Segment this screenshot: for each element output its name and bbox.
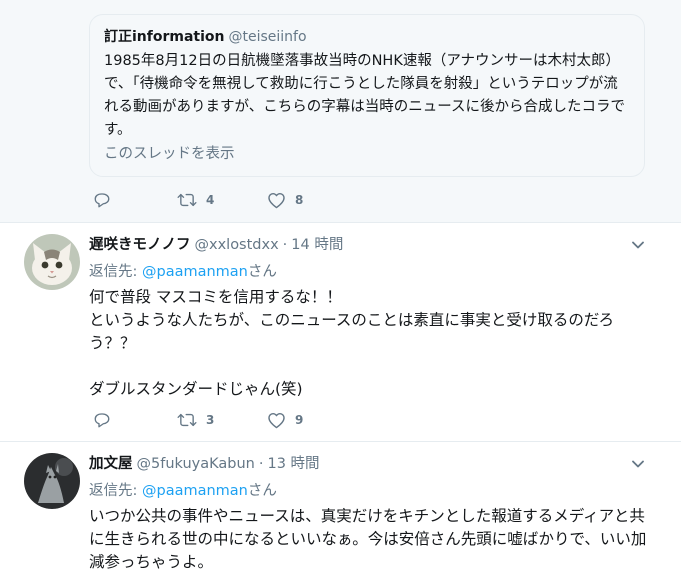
avatar[interactable] [24, 234, 80, 290]
reply-icon [94, 193, 110, 208]
separator-dot: · [282, 237, 288, 253]
quoted-author-handle[interactable]: @teiseiinfo [229, 29, 307, 45]
tweet-text-line: いつか公共の事件やニュースは、真実だけをキチンとした報道するメディアと共に生きら… [89, 507, 647, 571]
like-count: 9 [295, 413, 304, 427]
tweet-text-line: ダブルスタンダードじゃん(笑) [89, 380, 303, 398]
reply-icon [94, 413, 110, 428]
reply-context: 返信先: @paamanmanさん [89, 260, 277, 281]
tweet-header: 遅咲きモノノフ @xxlostdxx · 14 時間 [89, 233, 343, 254]
like-icon [268, 412, 285, 429]
quoted-author-name[interactable]: 訂正information [104, 29, 225, 45]
reply-suffix: さん [247, 483, 277, 499]
tweet-text: 何で普段 マスコミを信用するな！！ というような人たちが、このニュースのことは素… [89, 286, 649, 401]
reply-suffix: さん [247, 264, 277, 280]
retweet-count: 3 [206, 413, 215, 427]
timestamp[interactable]: 13 時間 [267, 456, 319, 472]
chevron-down-icon[interactable] [630, 237, 646, 253]
retweet-count: 4 [206, 193, 215, 207]
dark-avatar-image [24, 453, 80, 509]
retweet-button[interactable]: 4 [177, 189, 214, 211]
tweet-text-line: 何で普段 マスコミを信用するな！！ [89, 288, 342, 306]
author-name[interactable]: 遅咲きモノノフ [89, 237, 191, 253]
quoted-tweet-card[interactable]: 訂正information @teiseiinfo 1985年8月12日の日航機墜… [89, 14, 645, 177]
tweet[interactable]: 加文屋 @5fukuyaKabun · 13 時間 返信先: @paamanmanさん… [0, 442, 681, 581]
reply-mention-link[interactable]: @paamanman [142, 264, 248, 280]
quoted-tweet-text: 1985年8月12日の日航機墜落事故当時のNHK速報（アナウンサーは木村太郎）で… [104, 53, 625, 138]
chevron-down-icon[interactable] [630, 456, 646, 472]
retweet-icon [177, 413, 197, 427]
tweet-header: 加文屋 @5fukuyaKabun · 13 時間 [89, 452, 320, 473]
author-handle[interactable]: @xxlostdxx [195, 237, 279, 253]
reply-mention-link[interactable]: @paamanman [142, 483, 248, 499]
show-thread-link[interactable]: このスレッドを表示 [104, 142, 235, 163]
cat-avatar-image [24, 234, 80, 290]
tweet[interactable]: 遅咲きモノノフ @xxlostdxx · 14 時間 返信先: @paamanmanさ… [0, 223, 681, 441]
reply-prefix: 返信先: [89, 264, 142, 280]
reply-prefix: 返信先: [89, 483, 142, 499]
tweet-text-line: というような人たちが、このニュースのことは素直に事実と受け取るのだろう？？ [89, 311, 614, 352]
tweet-text: いつか公共の事件やニュースは、真実だけをキチンとした報道するメディアと共に生きら… [89, 505, 649, 574]
author-name[interactable]: 加文屋 [89, 456, 133, 472]
retweet-button[interactable]: 3 [177, 409, 214, 431]
like-icon [268, 192, 285, 209]
separator-dot: · [258, 456, 264, 472]
reply-context: 返信先: @paamanmanさん [89, 479, 277, 500]
reply-button[interactable] [93, 409, 111, 431]
timestamp[interactable]: 14 時間 [291, 237, 343, 253]
retweet-icon [177, 193, 197, 207]
like-button[interactable]: 9 [267, 409, 303, 431]
quoted-tweet-header: 訂正information @teiseiinfo [104, 26, 307, 46]
avatar[interactable] [24, 453, 80, 509]
tweet-text-line [89, 355, 649, 378]
like-count: 8 [295, 193, 304, 207]
highlighted-tweet: 訂正information @teiseiinfo 1985年8月12日の日航機墜… [0, 0, 681, 222]
like-button[interactable]: 8 [267, 189, 303, 211]
reply-button[interactable] [93, 189, 111, 211]
author-handle[interactable]: @5fukuyaKabun [137, 456, 255, 472]
